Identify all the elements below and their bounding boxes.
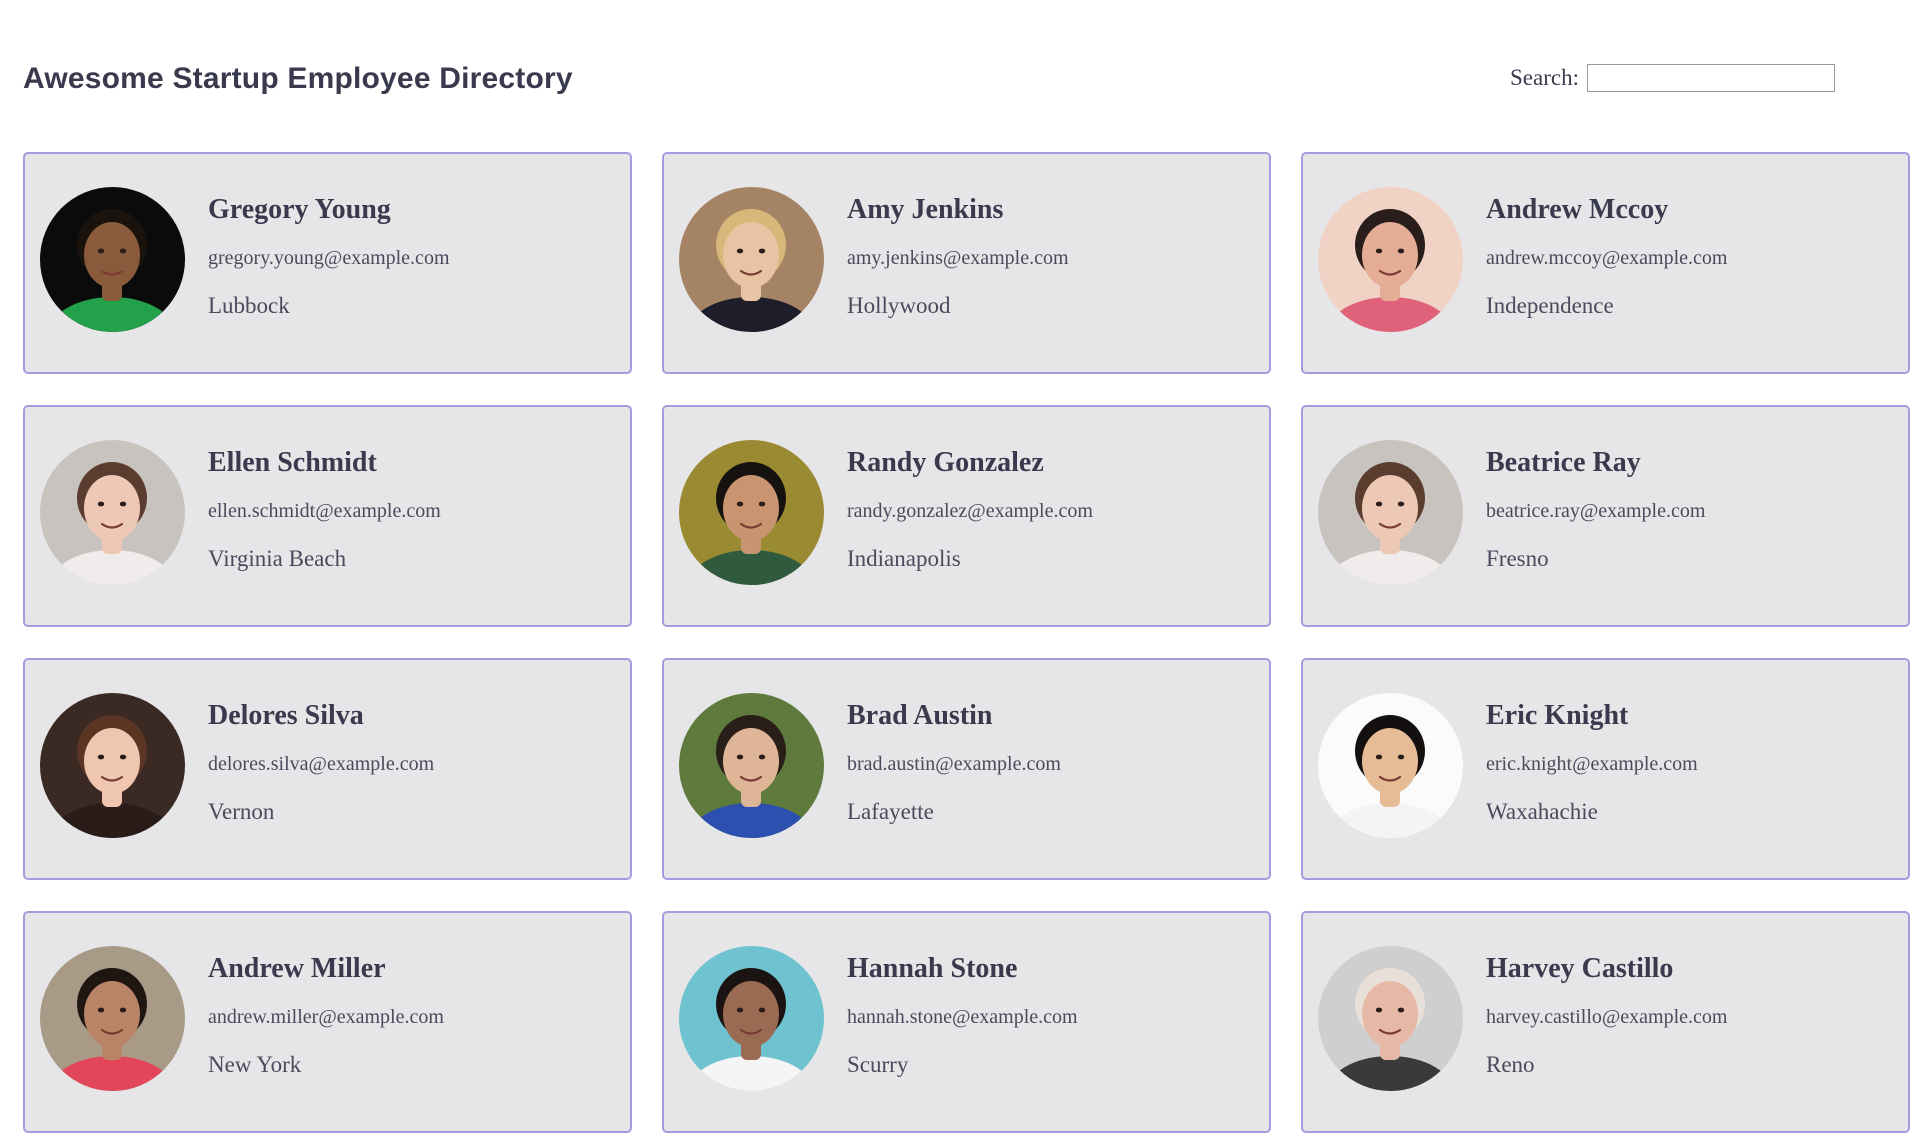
employee-name: Andrew Mccoy: [1486, 194, 1669, 225]
search-input[interactable]: [1586, 64, 1835, 92]
employee-email: beatrice.ray@example.com: [1486, 500, 1706, 522]
employee-info: Gregory Young gregory.young@example.com …: [208, 194, 450, 319]
employee-name: Beatrice Ray: [1486, 447, 1641, 478]
employee-avatar: [40, 440, 185, 585]
employee-card[interactable]: Andrew Mccoy andrew.mccoy@example.com In…: [1301, 152, 1910, 374]
employee-info: Amy Jenkins amy.jenkins@example.com Holl…: [847, 194, 1069, 319]
avatar-portrait: [1318, 693, 1463, 838]
avatar-portrait: [1318, 187, 1463, 332]
employee-city: Hollywood: [847, 293, 951, 318]
employee-card[interactable]: Beatrice Ray beatrice.ray@example.com Fr…: [1301, 405, 1910, 627]
employee-email: gregory.young@example.com: [208, 247, 450, 269]
employee-name: Brad Austin: [847, 700, 993, 731]
employee-info: Randy Gonzalez randy.gonzalez@example.co…: [847, 447, 1093, 572]
employee-avatar: [679, 187, 824, 332]
employee-avatar: [1318, 693, 1463, 838]
employee-card[interactable]: Randy Gonzalez randy.gonzalez@example.co…: [662, 405, 1271, 627]
employee-city: Lafayette: [847, 799, 934, 824]
employee-card[interactable]: Harvey Castillo harvey.castillo@example.…: [1301, 911, 1910, 1133]
avatar-portrait: [1318, 946, 1463, 1091]
employee-city: Independence: [1486, 293, 1614, 318]
employee-avatar: [1318, 440, 1463, 585]
employee-name: Amy Jenkins: [847, 194, 1004, 225]
employee-card[interactable]: Delores Silva delores.silva@example.com …: [23, 658, 632, 880]
avatar-portrait: [679, 946, 824, 1091]
employee-city: Reno: [1486, 1052, 1535, 1077]
employee-email: eric.knight@example.com: [1486, 753, 1698, 775]
employee-card[interactable]: Eric Knight eric.knight@example.com Waxa…: [1301, 658, 1910, 880]
employee-avatar: [40, 946, 185, 1091]
employee-city: Vernon: [208, 799, 275, 824]
employee-avatar: [40, 187, 185, 332]
avatar-portrait: [679, 693, 824, 838]
employee-email: andrew.miller@example.com: [208, 1006, 444, 1028]
employee-info: Brad Austin brad.austin@example.com Lafa…: [847, 700, 1061, 825]
employee-name: Gregory Young: [208, 194, 391, 225]
employee-info: Ellen Schmidt ellen.schmidt@example.com …: [208, 447, 441, 572]
search-label: Search:: [1510, 65, 1579, 90]
employee-directory-page: Awesome Startup Employee Directory Searc…: [0, 0, 1920, 1147]
employee-card[interactable]: Hannah Stone hannah.stone@example.com Sc…: [662, 911, 1271, 1133]
employee-email: hannah.stone@example.com: [847, 1006, 1078, 1028]
employee-email: randy.gonzalez@example.com: [847, 500, 1093, 522]
employee-city: Lubbock: [208, 293, 290, 318]
employee-avatar: [1318, 946, 1463, 1091]
employee-grid: Gregory Young gregory.young@example.com …: [23, 152, 1910, 1133]
employee-info: Hannah Stone hannah.stone@example.com Sc…: [847, 953, 1078, 1078]
employee-avatar: [1318, 187, 1463, 332]
employee-card[interactable]: Andrew Miller andrew.miller@example.com …: [23, 911, 632, 1133]
employee-name: Andrew Miller: [208, 953, 386, 984]
employee-avatar: [679, 946, 824, 1091]
employee-name: Delores Silva: [208, 700, 364, 731]
employee-info: Eric Knight eric.knight@example.com Waxa…: [1486, 700, 1698, 825]
page-header: Awesome Startup Employee Directory Searc…: [23, 60, 1897, 106]
employee-city: Indianapolis: [847, 546, 961, 571]
employee-card[interactable]: Amy Jenkins amy.jenkins@example.com Holl…: [662, 152, 1271, 374]
employee-email: delores.silva@example.com: [208, 753, 435, 775]
avatar-portrait: [679, 440, 824, 585]
employee-info: Andrew Miller andrew.miller@example.com …: [208, 953, 444, 1078]
avatar-portrait: [40, 693, 185, 838]
employee-email: amy.jenkins@example.com: [847, 247, 1069, 269]
search-box: Search:: [1510, 64, 1835, 92]
page-title: Awesome Startup Employee Directory: [23, 62, 573, 95]
employee-card[interactable]: Ellen Schmidt ellen.schmidt@example.com …: [23, 405, 632, 627]
avatar-portrait: [1318, 440, 1463, 585]
employee-card[interactable]: Brad Austin brad.austin@example.com Lafa…: [662, 658, 1271, 880]
avatar-portrait: [40, 946, 185, 1091]
employee-city: New York: [208, 1052, 302, 1077]
employee-email: harvey.castillo@example.com: [1486, 1006, 1728, 1028]
employee-name: Ellen Schmidt: [208, 447, 377, 478]
employee-name: Eric Knight: [1486, 700, 1629, 731]
employee-avatar: [40, 693, 185, 838]
employee-name: Harvey Castillo: [1486, 953, 1674, 984]
employee-email: andrew.mccoy@example.com: [1486, 247, 1728, 269]
employee-city: Virginia Beach: [208, 546, 347, 571]
employee-name: Randy Gonzalez: [847, 447, 1044, 478]
employee-city: Scurry: [847, 1052, 909, 1077]
avatar-portrait: [40, 187, 185, 332]
employee-info: Beatrice Ray beatrice.ray@example.com Fr…: [1486, 447, 1705, 572]
avatar-portrait: [679, 187, 824, 332]
employee-email: brad.austin@example.com: [847, 753, 1061, 775]
employee-email: ellen.schmidt@example.com: [208, 500, 441, 522]
employee-city: Waxahachie: [1486, 799, 1598, 824]
employee-info: Harvey Castillo harvey.castillo@example.…: [1486, 953, 1727, 1078]
employee-info: Andrew Mccoy andrew.mccoy@example.com In…: [1486, 194, 1727, 319]
employee-name: Hannah Stone: [847, 953, 1018, 984]
employee-avatar: [679, 693, 824, 838]
avatar-portrait: [40, 440, 185, 585]
employee-card[interactable]: Gregory Young gregory.young@example.com …: [23, 152, 632, 374]
employee-avatar: [679, 440, 824, 585]
employee-city: Fresno: [1486, 546, 1549, 571]
employee-info: Delores Silva delores.silva@example.com …: [208, 700, 434, 825]
